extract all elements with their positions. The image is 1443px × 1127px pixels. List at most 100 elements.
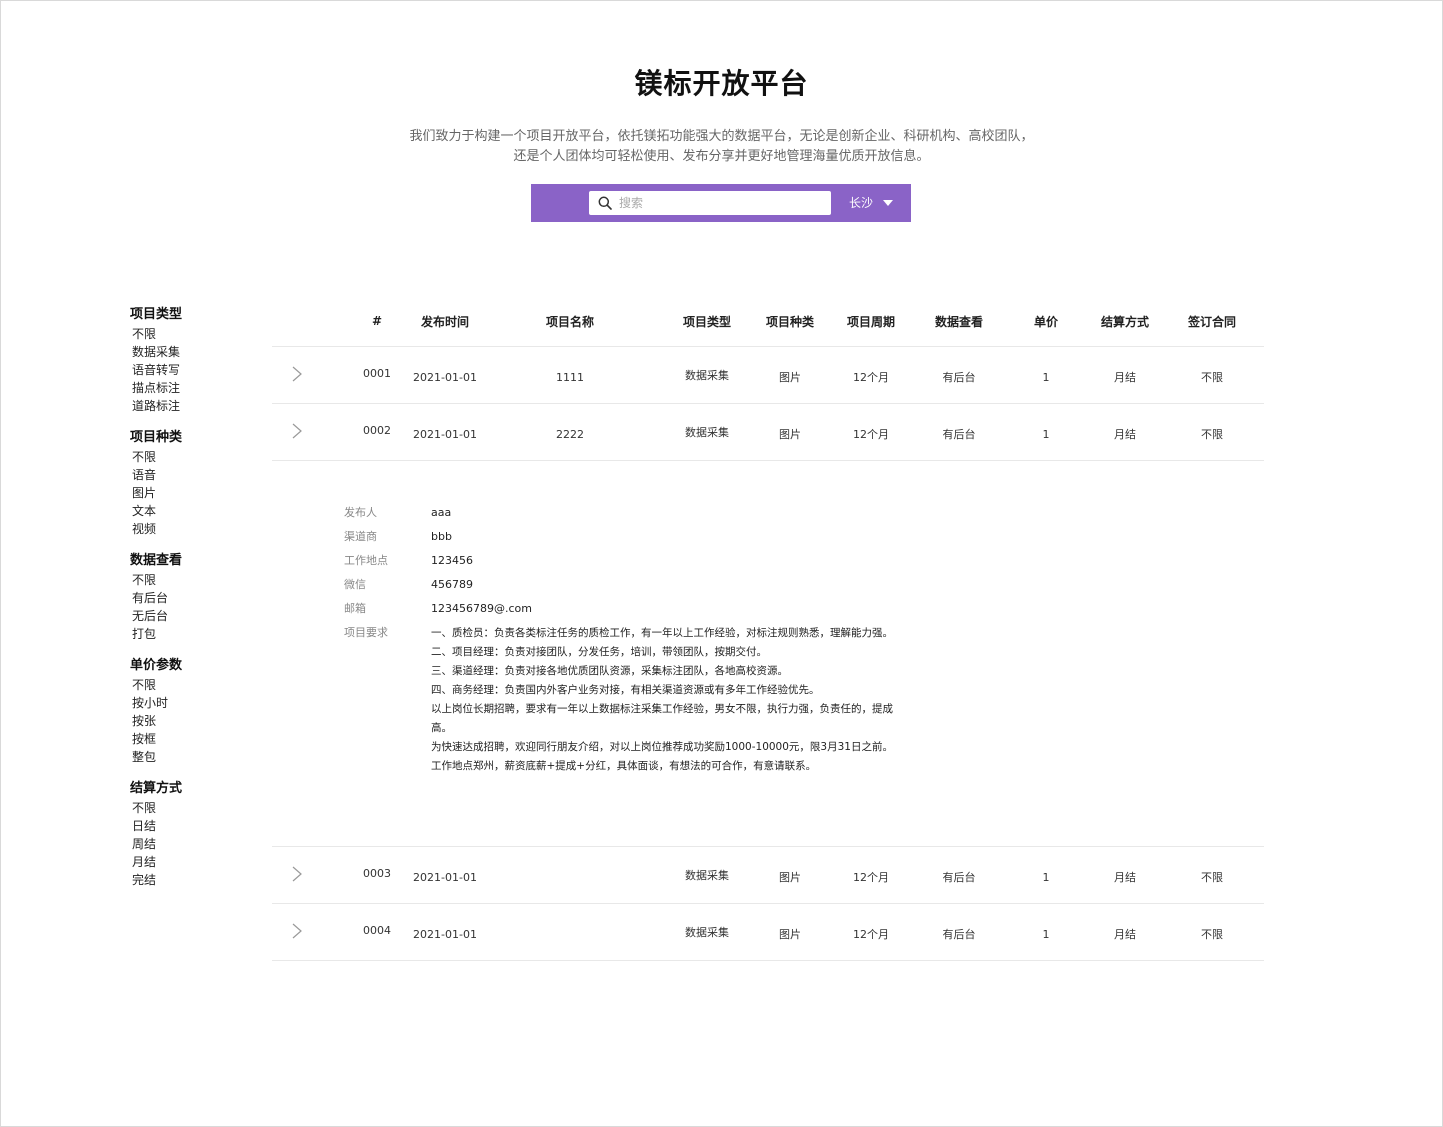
filter-option[interactable]: 语音 (130, 466, 240, 484)
cell-type: 数据采集 (685, 926, 729, 939)
filter-option[interactable]: 图片 (130, 484, 240, 502)
filter-title: 单价参数 (130, 658, 183, 673)
detail-channel: 渠道商 bbb (344, 525, 904, 549)
cell-date: 2021-01-01 (413, 370, 477, 384)
cell-type: 数据采集 (685, 426, 729, 439)
cell-type: 数据采集 (685, 369, 729, 382)
filter-option[interactable]: 打包 (130, 625, 240, 643)
detail-label: 微信 (344, 578, 366, 591)
col-header-period: 项目周期 (846, 314, 895, 329)
table-row[interactable]: 0002 2021-01-01 2222 数据采集 图片 12个月 有后台 1 … (272, 404, 1264, 461)
cell-type: 数据采集 (685, 869, 729, 882)
table-row[interactable]: 0004 2021-01-01 数据采集 图片 12个月 有后台 1 月结 不限 (272, 904, 1264, 961)
filter-option[interactable]: 日结 (130, 817, 240, 835)
cell-kind: 图片 (779, 428, 801, 441)
filter-option[interactable]: 周结 (130, 835, 240, 853)
table-row[interactable]: 0003 2021-01-01 数据采集 图片 12个月 有后台 1 月结 不限 (272, 847, 1264, 904)
filter-option[interactable]: 描点标注 (130, 379, 240, 397)
filter-option[interactable]: 按张 (130, 712, 240, 730)
cell-num: 0003 (363, 867, 391, 880)
requirement-line: 三、渠道经理：负责对接各地优质团队资源，采集标注团队，各地高校资源。 (431, 665, 788, 677)
detail-info: 发布人 aaa 渠道商 bbb 工作地点 123456 微信 456789 邮箱… (344, 501, 904, 776)
cell-period: 12个月 (853, 428, 889, 441)
city-select[interactable]: 长沙 (849, 184, 894, 222)
filter-option[interactable]: 有后台 (130, 589, 240, 607)
cell-price: 1 (1042, 427, 1050, 441)
detail-requirements: 项目要求 一、质检员：负责各类标注任务的质检工作，有一年以上工作经验，对标注规则… (344, 621, 904, 776)
col-header-view: 数据查看 (934, 314, 983, 329)
cell-contract: 不限 (1201, 928, 1223, 941)
subtitle-line-2: 还是个人团体均可轻松使用、发布分享并更好地管理海量优质开放信息。 (513, 149, 930, 164)
filter-group-view: 数据查看 不限 有后台 无后台 打包 (130, 552, 240, 643)
requirement-line: 一、质检员：负责各类标注任务的质检工作，有一年以上工作经验，对标注规则熟悉，理解… (431, 627, 893, 639)
detail-label: 工作地点 (344, 554, 388, 567)
cell-kind: 图片 (779, 928, 801, 941)
cell-price: 1 (1042, 870, 1050, 884)
filter-option[interactable]: 不限 (130, 571, 240, 589)
detail-label: 邮箱 (344, 602, 366, 615)
cell-view: 有后台 (942, 371, 976, 384)
cell-num: 0002 (363, 424, 391, 437)
city-label: 长沙 (849, 196, 874, 210)
filter-option[interactable]: 文本 (130, 502, 240, 520)
filter-option[interactable]: 按框 (130, 730, 240, 748)
cell-view: 有后台 (942, 871, 976, 884)
cell-period: 12个月 (853, 371, 889, 384)
cell-view: 有后台 (942, 428, 976, 441)
cell-contract: 不限 (1201, 871, 1223, 884)
filter-option[interactable]: 完结 (130, 871, 240, 889)
subtitle-line-1: 我们致力于构建一个项目开放平台，依托镁拓功能强大的数据平台，无论是创新企业、科研… (409, 129, 1034, 144)
caret-down-icon (883, 200, 894, 206)
filter-option[interactable]: 不限 (130, 325, 240, 343)
row-detail-panel: 发布人 aaa 渠道商 bbb 工作地点 123456 微信 456789 邮箱… (272, 461, 1264, 847)
cell-contract: 不限 (1201, 371, 1223, 384)
cell-date: 2021-01-01 (413, 927, 477, 941)
detail-value: 123456789@.com (431, 602, 532, 615)
cell-kind: 图片 (779, 871, 801, 884)
filter-option[interactable]: 无后台 (130, 607, 240, 625)
col-header-settle: 结算方式 (1100, 314, 1149, 329)
filter-sidebar: 项目类型 不限 数据采集 语音转写 描点标注 道路标注 项目种类 不限 语音 图… (130, 306, 240, 903)
requirement-line: 二、项目经理：负责对接团队，分发任务，培训，带领团队，按期交付。 (431, 646, 767, 658)
chevron-right-icon[interactable] (282, 847, 312, 883)
page-title: 镁标开放平台 (634, 67, 809, 100)
filter-option[interactable]: 视频 (130, 520, 240, 538)
col-header-price: 单价 (1033, 314, 1058, 329)
filter-option[interactable]: 不限 (130, 676, 240, 694)
search-box (589, 191, 831, 215)
filter-group-type: 项目类型 不限 数据采集 语音转写 描点标注 道路标注 (130, 306, 240, 415)
cell-price: 1 (1042, 370, 1050, 384)
filter-title: 项目种类 (130, 430, 183, 445)
table-header-row: # 发布时间 项目名称 项目类型 项目种类 项目周期 数据查看 单价 结算方式 … (272, 296, 1264, 347)
detail-publisher: 发布人 aaa (344, 501, 904, 525)
col-header-date: 发布时间 (420, 314, 469, 329)
chevron-right-icon[interactable] (282, 904, 312, 940)
cell-num: 0004 (363, 924, 391, 937)
requirement-line: 为快速达成招聘，欢迎同行朋友介绍，对以上岗位推荐成功奖励1000-10000元，… (431, 741, 893, 753)
cell-name: 2222 (556, 427, 584, 441)
detail-value: aaa (431, 506, 452, 519)
chevron-right-icon[interactable] (282, 347, 312, 383)
cell-contract: 不限 (1201, 428, 1223, 441)
requirement-line: 四、商务经理：负责国内外客户业务对接，有相关渠道资源或有多年工作经验优先。 (431, 684, 820, 696)
cell-settle: 月结 (1114, 371, 1136, 384)
filter-title: 项目类型 (130, 307, 183, 322)
filter-option[interactable]: 不限 (130, 799, 240, 817)
filter-option[interactable]: 道路标注 (130, 397, 240, 415)
filter-option[interactable]: 按小时 (130, 694, 240, 712)
search-input[interactable] (617, 195, 821, 211)
filter-option[interactable]: 月结 (130, 853, 240, 871)
cell-period: 12个月 (853, 928, 889, 941)
chevron-right-icon[interactable] (282, 404, 312, 440)
filter-option[interactable]: 语音转写 (130, 361, 240, 379)
filter-option[interactable]: 整包 (130, 748, 240, 766)
cell-date: 2021-01-01 (413, 427, 477, 441)
filter-group-price: 单价参数 不限 按小时 按张 按框 整包 (130, 657, 240, 766)
filter-option[interactable]: 不限 (130, 448, 240, 466)
cell-name (520, 904, 620, 962)
filter-title: 结算方式 (130, 781, 183, 796)
detail-label: 发布人 (344, 506, 377, 519)
table-row[interactable]: 0001 2021-01-01 1111 数据采集 图片 12个月 有后台 1 … (272, 347, 1264, 404)
filter-option[interactable]: 数据采集 (130, 343, 240, 361)
requirement-line: 工作地点郑州，薪资底薪+提成+分红，具体面谈，有想法的可合作，有意请联系。 (431, 760, 817, 772)
